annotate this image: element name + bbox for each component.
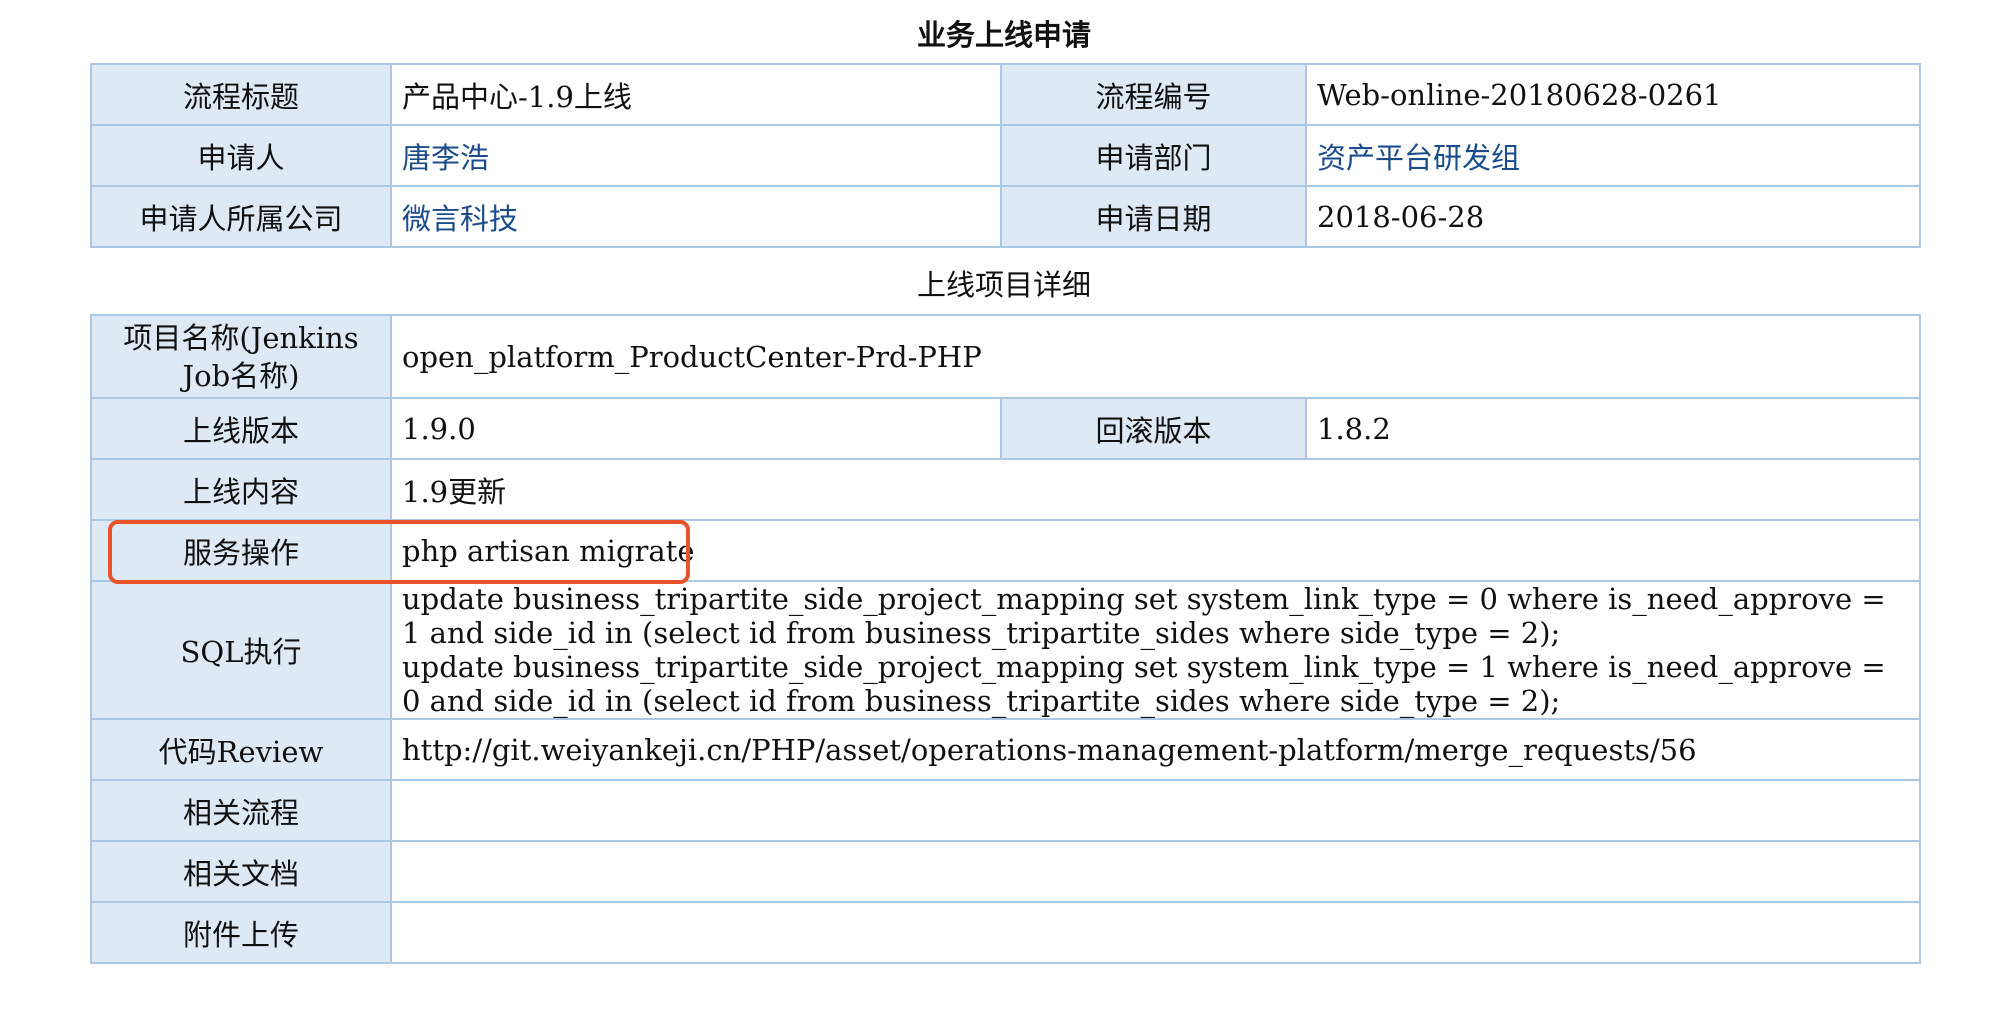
table-row: SQL执行 update business_tripartite_side_pr… [90, 580, 1921, 720]
version-value: 1.9.0 [390, 397, 1002, 460]
dept-label: 申请部门 [1000, 124, 1307, 187]
table-row: 相关流程 [90, 779, 1921, 842]
dept-link[interactable]: 资产平台研发组 [1305, 124, 1921, 187]
table-row: 上线内容 1.9更新 [90, 458, 1921, 521]
table-row: 申请人 唐李浩 申请部门 资产平台研发组 [90, 124, 1921, 187]
review-url: http://git.weiyankeji.cn/PHP/asset/opera… [390, 718, 1921, 781]
sql-label: SQL执行 [90, 580, 392, 720]
related-doc-label: 相关文档 [90, 840, 392, 903]
content-value: 1.9更新 [390, 458, 1921, 521]
applicant-label: 申请人 [90, 124, 392, 187]
company-label: 申请人所属公司 [90, 185, 392, 248]
project-details-table: 项目名称(Jenkins Job名称) open_platform_Produc… [90, 314, 1921, 964]
attachment-value [390, 901, 1921, 964]
table-row: 相关文档 [90, 840, 1921, 903]
review-label: 代码Review [90, 718, 392, 781]
rollback-label: 回滚版本 [1000, 397, 1307, 460]
application-info-table: 流程标题 产品中心-1.9上线 流程编号 Web-online-20180628… [90, 63, 1921, 248]
related-flow-label: 相关流程 [90, 779, 392, 842]
rollback-value: 1.8.2 [1305, 397, 1921, 460]
process-title-label: 流程标题 [90, 63, 392, 126]
table-row: 项目名称(Jenkins Job名称) open_platform_Produc… [90, 314, 1921, 399]
applicant-link[interactable]: 唐李浩 [390, 124, 1002, 187]
date-label: 申请日期 [1000, 185, 1307, 248]
sql-value: update business_tripartite_side_project_… [390, 580, 1921, 720]
table-row: 流程标题 产品中心-1.9上线 流程编号 Web-online-20180628… [90, 63, 1921, 126]
process-title-value: 产品中心-1.9上线 [390, 63, 1002, 126]
version-label: 上线版本 [90, 397, 392, 460]
date-value: 2018-06-28 [1305, 185, 1921, 248]
company-link[interactable]: 微言科技 [390, 185, 1002, 248]
highlight-box [108, 520, 690, 584]
process-no-value: Web-online-20180628-0261 [1305, 63, 1921, 126]
section-title: 上线项目详细 [916, 268, 1091, 302]
related-flow-value [390, 779, 1921, 842]
table-row: 申请人所属公司 微言科技 申请日期 2018-06-28 [90, 185, 1921, 248]
project-name-label: 项目名称(Jenkins Job名称) [90, 314, 392, 399]
project-name-value: open_platform_ProductCenter-Prd-PHP [390, 314, 1921, 399]
table-row: 附件上传 [90, 901, 1921, 964]
content-label: 上线内容 [90, 458, 392, 521]
sql-line-2: update business_tripartite_side_project_… [402, 650, 1886, 718]
table-row: 代码Review http://git.weiyankeji.cn/PHP/as… [90, 718, 1921, 781]
attachment-label: 附件上传 [90, 901, 392, 964]
related-doc-value [390, 840, 1921, 903]
process-no-label: 流程编号 [1000, 63, 1307, 126]
page-title: 业务上线申请 [916, 18, 1091, 52]
table-row: 上线版本 1.9.0 回滚版本 1.8.2 [90, 397, 1921, 460]
sql-line-1: update business_tripartite_side_project_… [402, 582, 1886, 650]
